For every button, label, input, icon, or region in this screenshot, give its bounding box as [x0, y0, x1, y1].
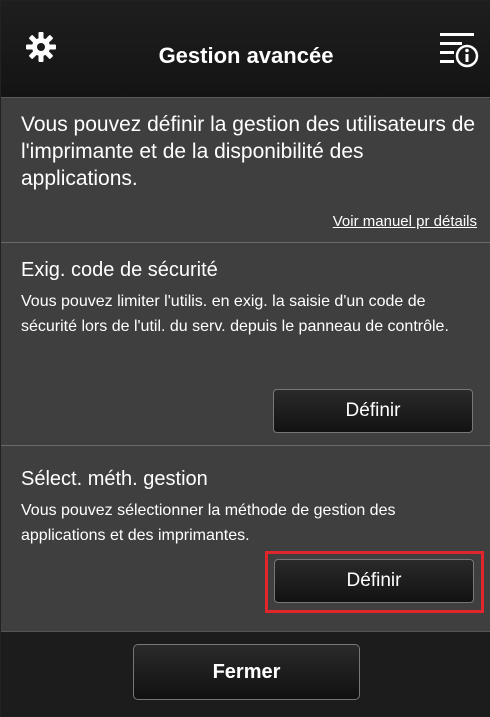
intro-section: Vous pouvez définir la gestion des utili… [1, 99, 490, 239]
management-method-section: Sélect. méth. gestion Vous pouvez sélect… [1, 446, 490, 631]
header-bar: Gestion avancée [1, 1, 490, 98]
management-method-title: Sélect. méth. gestion [21, 468, 208, 490]
page-title: Gestion avancée [158, 43, 334, 68]
management-define-button[interactable]: Définir [274, 559, 474, 603]
security-define-button[interactable]: Définir [273, 389, 473, 433]
intro-text: Vous pouvez définir la gestion des utili… [21, 113, 476, 190]
security-code-description: Vous pouvez limiter l'utilis. en exig. l… [21, 293, 449, 335]
content-area: Vous pouvez définir la gestion des utili… [1, 99, 490, 631]
security-code-section: Exig. code de sécurité Vous pouvez limit… [1, 243, 490, 453]
close-button[interactable]: Fermer [133, 644, 360, 700]
footer-bar: Fermer [1, 631, 490, 717]
dialog-window: Gestion avancée Vous pouvez définir la g… [0, 0, 490, 717]
management-method-description: Vous pouvez sélectionner la méthode de g… [21, 502, 396, 544]
menu-info-icon[interactable] [437, 29, 479, 69]
manual-link[interactable]: Voir manuel pr détails [333, 213, 477, 230]
security-code-title: Exig. code de sécurité [21, 259, 218, 281]
